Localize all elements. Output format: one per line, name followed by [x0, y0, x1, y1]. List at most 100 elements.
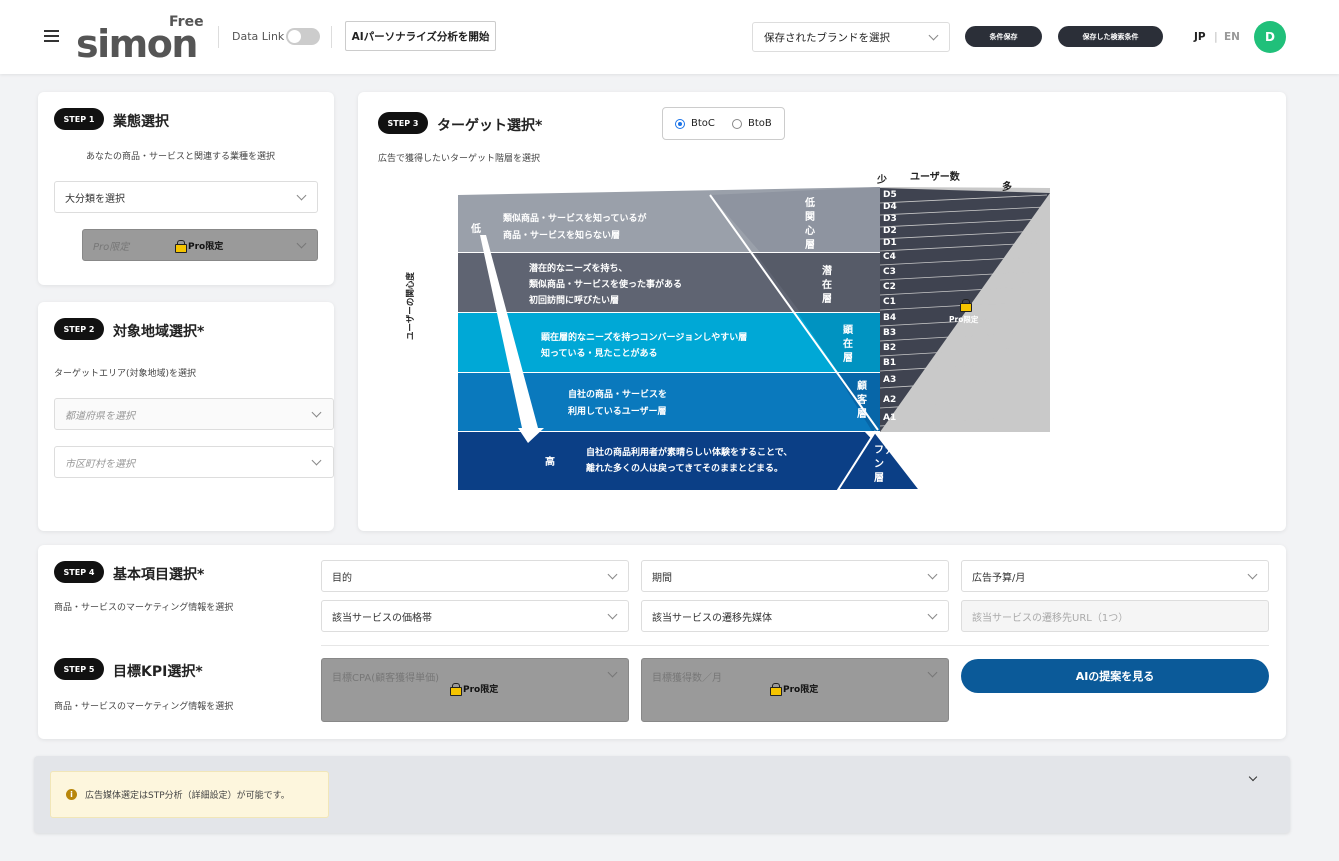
- layer-name: 関: [805, 212, 815, 223]
- pro-only-label: Pro限定: [175, 239, 223, 253]
- layer-text: 商品・サービスを知らない層: [503, 231, 621, 241]
- chevron-down-icon: [928, 30, 939, 41]
- tier-code-b1: B1: [883, 358, 897, 368]
- chevron-down-icon: [927, 569, 938, 580]
- tier-code-b3: B3: [883, 328, 897, 338]
- layer-text: 知っている・見たことがある: [541, 349, 658, 359]
- info-icon: i: [66, 789, 77, 800]
- few-label: 少: [877, 175, 887, 186]
- period-select-label: 期間: [652, 572, 672, 584]
- chevron-down-icon: [311, 455, 322, 466]
- chevron-down-icon: [607, 609, 618, 620]
- step1-badge: STEP 1: [54, 108, 104, 130]
- lang-en[interactable]: EN: [1224, 31, 1240, 43]
- many-label: 多: [1002, 182, 1012, 193]
- logo-main-text: simon: [76, 22, 198, 66]
- users-count-label: ユーザー数: [910, 172, 960, 183]
- tier-code-c4: C4: [883, 252, 896, 262]
- tier-code-a3: A3: [883, 375, 897, 385]
- ai-analysis-button[interactable]: AIパーソナライズ分析を開始: [345, 21, 496, 51]
- purpose-select[interactable]: 目的: [321, 560, 629, 592]
- step2-description: ターゲットエリア(対象地域)を選択: [54, 369, 197, 379]
- layer-text: 類似商品・サービスを知っているが: [503, 214, 647, 224]
- layer-name: 潜: [822, 266, 832, 277]
- business-type-radio-group: BtoC BtoB: [662, 107, 785, 140]
- step4-description: 商品・サービスのマーケティング情報を選択: [54, 603, 234, 613]
- city-select[interactable]: 市区町村を選択: [54, 446, 334, 478]
- destination-media-select[interactable]: 該当サービスの遷移先媒体: [641, 600, 949, 632]
- user-avatar[interactable]: D: [1254, 21, 1286, 53]
- step2-badge: STEP 2: [54, 318, 104, 340]
- tier-code-b4: B4: [883, 313, 897, 323]
- btoc-radio[interactable]: [675, 119, 685, 129]
- tier-code-c1: C1: [883, 297, 896, 307]
- layer-text: 潜在的なニーズを持ち、: [529, 264, 628, 274]
- brand-select[interactable]: 保存されたブランドを選択: [752, 22, 950, 52]
- step3-badge: STEP 3: [378, 112, 428, 134]
- step5-title: 目標KPI選択*: [113, 664, 203, 680]
- layer-name: 層: [874, 473, 884, 484]
- step3-title: ターゲット選択*: [437, 118, 543, 134]
- header-divider: [331, 26, 332, 48]
- chevron-down-icon: [607, 667, 618, 678]
- step1-card: STEP 1 業態選択 あなたの商品・サービスと関連する業種を選択 大分類を選択…: [38, 92, 334, 285]
- purpose-select-label: 目的: [332, 572, 352, 584]
- datalink-label: Data Link: [232, 30, 285, 43]
- lock-icon: [450, 683, 462, 696]
- layer-name: 層: [805, 240, 815, 251]
- layer-name: 顕: [843, 325, 853, 336]
- btob-radio[interactable]: [732, 119, 742, 129]
- toggle-knob: [288, 30, 301, 43]
- tier-code-d3: D3: [883, 214, 897, 224]
- view-ai-proposal-button[interactable]: AIの提案を見る: [961, 659, 1269, 693]
- tier-code-d4: D4: [883, 202, 897, 212]
- layer-text: 初回訪問に呼びたい層: [529, 296, 620, 306]
- target-cpa-label: 目標CPA(顧客獲得単価): [332, 673, 440, 684]
- section-divider: [321, 645, 1269, 646]
- step2-card: STEP 2 対象地域選択* ターゲットエリア(対象地域)を選択 都道府県を選択…: [38, 302, 334, 531]
- save-conditions-button[interactable]: 条件保存: [965, 26, 1042, 47]
- destination-url-placeholder: 該当サービスの遷移先URL（1つ）: [972, 612, 1129, 624]
- tier-code-b2: B2: [883, 343, 897, 353]
- tier-code-c3: C3: [883, 267, 896, 277]
- step1-title: 業態選択: [113, 114, 169, 130]
- price-range-select-label: 該当サービスの価格帯: [332, 612, 432, 624]
- header-divider: [218, 26, 219, 48]
- chevron-down-icon: [311, 407, 322, 418]
- price-range-select[interactable]: 該当サービスの価格帯: [321, 600, 629, 632]
- layer-text: 離れた多くの人は戻ってきてそのままとどまる。: [586, 464, 784, 474]
- expand-chevron-icon[interactable]: [1248, 772, 1258, 782]
- layer-name: 心: [805, 226, 815, 237]
- step4-badge: STEP 4: [54, 561, 104, 583]
- simon-logo[interactable]: Free simon: [76, 14, 208, 64]
- category-select[interactable]: 大分類を選択: [54, 181, 318, 213]
- target-acquisitions-select-locked: 目標獲得数／月 Pro限定: [641, 658, 949, 722]
- stp-settings-panel: i 広告媒体選定はSTP分析（詳細設定）が可能です。: [34, 756, 1290, 833]
- hamburger-menu-icon[interactable]: [44, 30, 59, 42]
- layer-name: ン: [874, 459, 884, 470]
- layer-text: 自社の商品・サービスを: [568, 390, 668, 400]
- lock-icon: [960, 299, 972, 312]
- lang-jp[interactable]: JP: [1194, 31, 1206, 43]
- lang-separator: |: [1214, 30, 1218, 43]
- chevron-down-icon: [607, 569, 618, 580]
- prefecture-select[interactable]: 都道府県を選択: [54, 398, 334, 430]
- datalink-toggle[interactable]: [286, 28, 320, 45]
- layer-text: 自社の商品利用者が素晴らしい体験をすることで、: [586, 448, 793, 458]
- pro-only-label: Pro限定: [949, 315, 979, 324]
- stp-notice-text: 広告媒体選定はSTP分析（詳細設定）が可能です。: [85, 791, 290, 801]
- period-select[interactable]: 期間: [641, 560, 949, 592]
- budget-select[interactable]: 広告予算/月: [961, 560, 1269, 592]
- destination-url-input[interactable]: 該当サービスの遷移先URL（1つ）: [961, 600, 1269, 632]
- saved-search-button[interactable]: 保存した検索条件: [1058, 26, 1163, 47]
- subcategory-select-locked: Pro限定 Pro限定: [82, 229, 318, 261]
- locked-placeholder: Pro限定: [93, 241, 130, 253]
- btob-label[interactable]: BtoB: [748, 118, 772, 129]
- tier-code-a1: A1: [883, 413, 897, 423]
- btoc-label[interactable]: BtoC: [691, 118, 715, 129]
- chevron-down-icon: [296, 238, 307, 249]
- step5-badge: STEP 5: [54, 658, 104, 680]
- city-select-label: 市区町村を選択: [65, 458, 135, 470]
- top-header: Free simon Data Link AIパーソナライズ分析を開始 保存され…: [0, 0, 1339, 74]
- layer-text: 利用しているユーザー層: [568, 407, 667, 417]
